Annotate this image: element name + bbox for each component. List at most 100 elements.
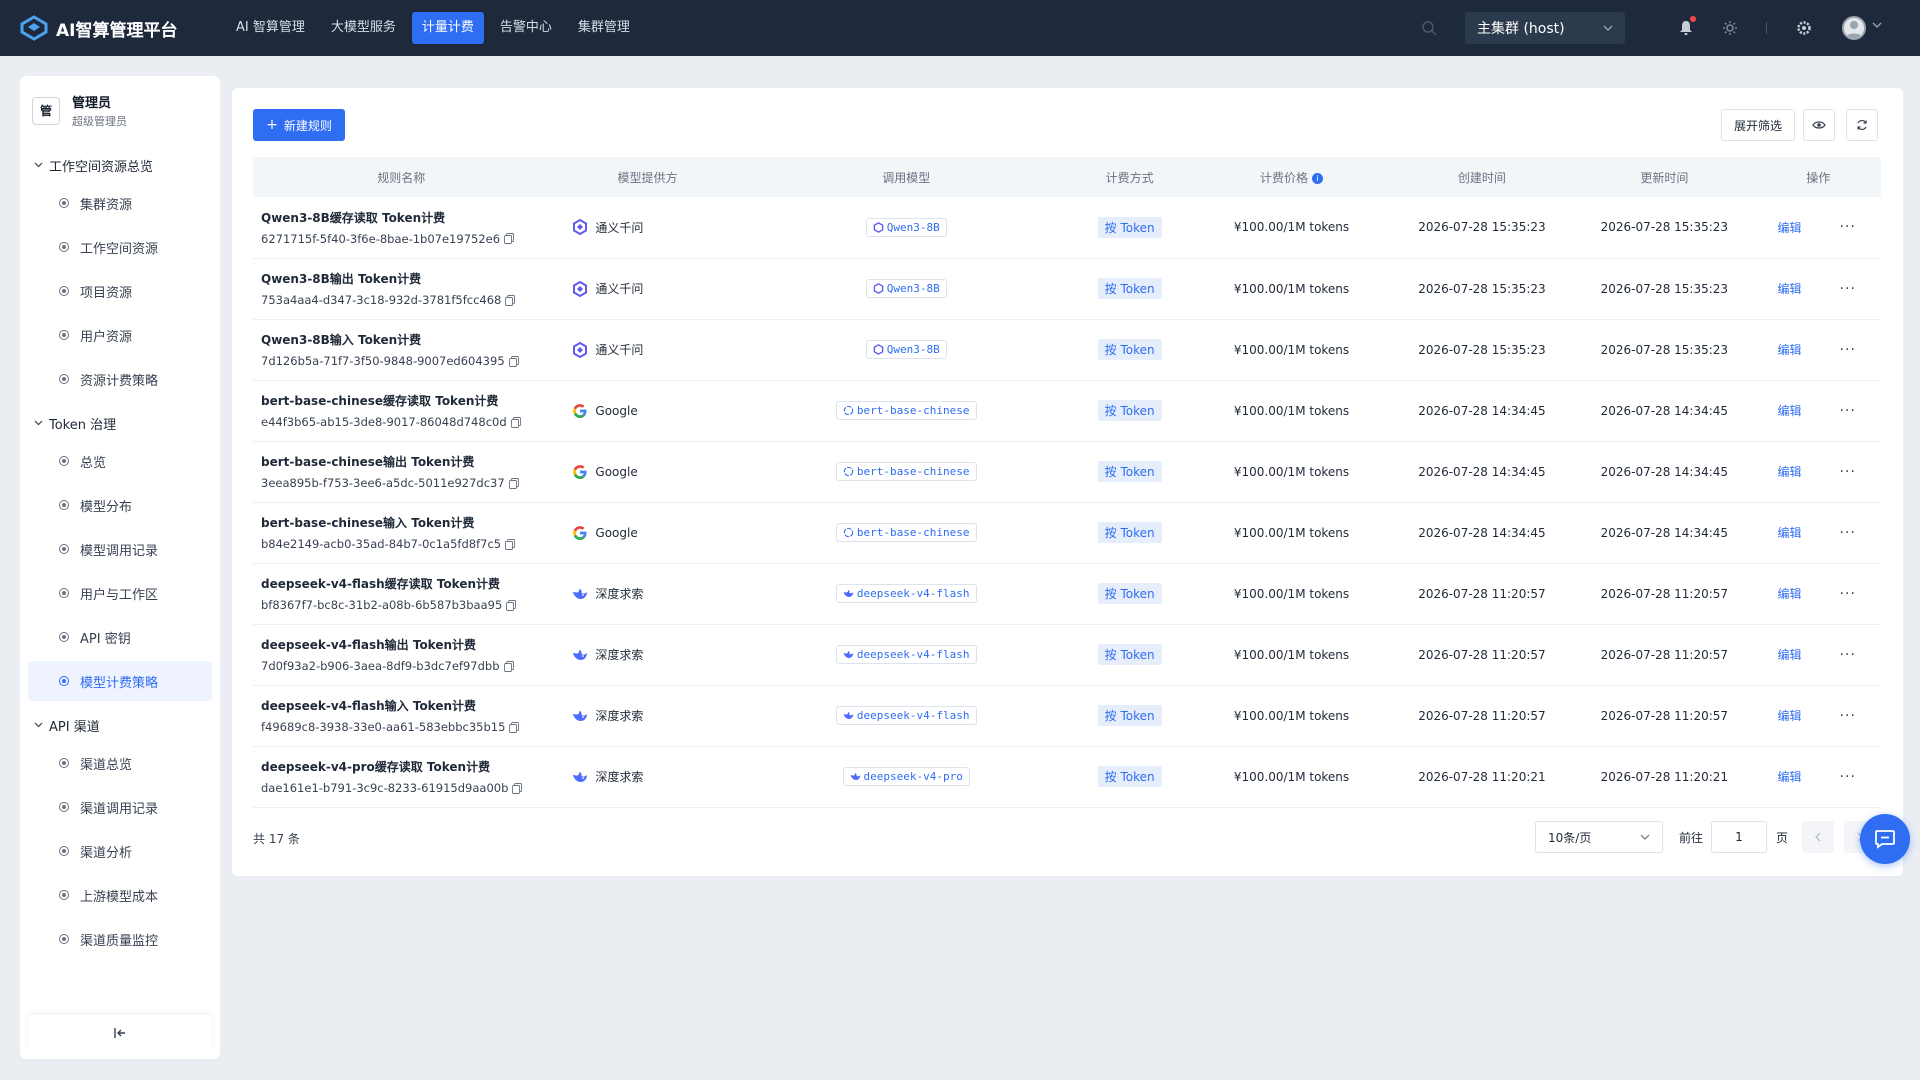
- sidebar-item[interactable]: 渠道质量监控: [28, 919, 212, 959]
- rule-name[interactable]: Qwen3-8B输入 Token计费: [261, 331, 549, 348]
- edit-link[interactable]: 编辑: [1778, 585, 1802, 602]
- table-row[interactable]: bert-base-chinese缓存读取 Token计费 e44f3b65-ab…: [253, 380, 1881, 441]
- copy-icon[interactable]: [509, 721, 520, 733]
- topnav-item-0[interactable]: AI 智算管理: [226, 12, 315, 44]
- model-tag[interactable]: deepseek-v4-flash: [835, 706, 977, 725]
- table-row[interactable]: deepseek-v4-pro缓存读取 Token计费 dae161e1-b791…: [253, 746, 1881, 807]
- sidebar-item[interactable]: 总览: [28, 441, 212, 481]
- app-logo[interactable]: AI智算管理平台: [20, 15, 210, 41]
- sidebar-item[interactable]: 模型调用记录: [28, 529, 212, 569]
- topnav-item-4[interactable]: 集群管理: [568, 12, 640, 44]
- more-actions-icon[interactable]: ···: [1840, 219, 1856, 235]
- model-tag[interactable]: bert-base-chinese: [835, 523, 977, 542]
- model-tag[interactable]: deepseek-v4-flash: [835, 584, 977, 603]
- expand-filter-button[interactable]: 展开筛选: [1721, 109, 1795, 141]
- table-row[interactable]: Qwen3-8B输出 Token计费 753a4aa4-d347-3c18-932…: [253, 258, 1881, 319]
- more-actions-icon[interactable]: ···: [1840, 403, 1856, 419]
- topnav-item-3[interactable]: 告警中心: [490, 12, 562, 44]
- rule-name[interactable]: bert-base-chinese输出 Token计费: [261, 453, 549, 470]
- rule-name[interactable]: deepseek-v4-pro缓存读取 Token计费: [261, 758, 549, 775]
- copy-icon[interactable]: [512, 782, 523, 794]
- rule-name[interactable]: bert-base-chinese缓存读取 Token计费: [261, 392, 549, 409]
- edit-link[interactable]: 编辑: [1778, 341, 1802, 358]
- edit-link[interactable]: 编辑: [1778, 707, 1802, 724]
- page-size-select[interactable]: 10条/页: [1535, 821, 1663, 853]
- more-actions-icon[interactable]: ···: [1840, 647, 1856, 663]
- sidebar-item[interactable]: API 密钥: [28, 617, 212, 657]
- rule-name[interactable]: Qwen3-8B缓存读取 Token计费: [261, 209, 549, 226]
- table-row[interactable]: Qwen3-8B缓存读取 Token计费 6271715f-5f40-3f6e-8…: [253, 197, 1881, 258]
- user-avatar[interactable]: [1842, 16, 1866, 40]
- table-row[interactable]: deepseek-v4-flash缓存读取 Token计费 bf8367f7-bc…: [253, 563, 1881, 624]
- goto-page-input[interactable]: 1: [1711, 821, 1767, 853]
- more-actions-icon[interactable]: ···: [1840, 769, 1856, 785]
- table-row[interactable]: deepseek-v4-flash输入 Token计费 f49689c8-3938…: [253, 685, 1881, 746]
- sidebar-item[interactable]: 渠道总览: [28, 743, 212, 783]
- rule-name[interactable]: bert-base-chinese输入 Token计费: [261, 514, 549, 531]
- more-actions-icon[interactable]: ···: [1840, 586, 1856, 602]
- model-tag[interactable]: deepseek-v4-pro: [842, 767, 970, 786]
- notification-button[interactable]: [1674, 16, 1698, 40]
- sidebar-item[interactable]: 集群资源: [28, 183, 212, 223]
- copy-icon[interactable]: [506, 599, 517, 611]
- copy-icon[interactable]: [504, 233, 514, 245]
- copy-icon[interactable]: [505, 538, 516, 550]
- table-row[interactable]: bert-base-chinese输入 Token计费 b84e2149-acb0…: [253, 502, 1881, 563]
- edit-link[interactable]: 编辑: [1778, 402, 1802, 419]
- sidebar-item[interactable]: 用户与工作区: [28, 573, 212, 613]
- sidebar-item[interactable]: 渠道调用记录: [28, 787, 212, 827]
- edit-link[interactable]: 编辑: [1778, 768, 1802, 785]
- copy-icon[interactable]: [503, 660, 514, 672]
- theme-toggle[interactable]: [1718, 16, 1742, 40]
- rule-name[interactable]: Qwen3-8B输出 Token计费: [261, 270, 549, 287]
- copy-icon[interactable]: [510, 416, 521, 428]
- settings-button[interactable]: [1792, 16, 1816, 40]
- chevron-down-icon[interactable]: [1872, 22, 1882, 28]
- more-actions-icon[interactable]: ···: [1840, 342, 1856, 358]
- more-actions-icon[interactable]: ···: [1840, 281, 1856, 297]
- chat-assistant-button[interactable]: [1860, 814, 1910, 864]
- topnav-item-2[interactable]: 计量计费: [411, 12, 484, 44]
- sidebar-item[interactable]: 资源计费策略: [28, 359, 212, 399]
- sidebar-item[interactable]: 项目资源: [28, 271, 212, 311]
- sidebar-item[interactable]: 渠道分析: [28, 831, 212, 871]
- sidebar-item[interactable]: 工作空间资源: [28, 227, 212, 267]
- new-rule-button[interactable]: + 新建规则: [253, 109, 345, 141]
- collapse-sidebar-button[interactable]: [28, 1015, 212, 1051]
- edit-link[interactable]: 编辑: [1778, 463, 1802, 480]
- cluster-select[interactable]: 主集群 (host): [1465, 12, 1625, 44]
- rule-name[interactable]: deepseek-v4-flash输出 Token计费: [261, 636, 549, 653]
- model-tag[interactable]: deepseek-v4-flash: [835, 645, 977, 664]
- edit-link[interactable]: 编辑: [1778, 219, 1802, 236]
- model-tag[interactable]: Qwen3-8B: [865, 217, 947, 237]
- table-row[interactable]: deepseek-v4-flash输出 Token计费 7d0f93a2-b906…: [253, 624, 1881, 685]
- prev-page-button[interactable]: [1802, 821, 1834, 853]
- table-row[interactable]: Qwen3-8B输入 Token计费 7d126b5a-71f7-3f50-984…: [253, 319, 1881, 380]
- sidebar-group-header[interactable]: 工作空间资源总览: [20, 151, 220, 179]
- more-actions-icon[interactable]: ···: [1840, 464, 1856, 480]
- model-tag[interactable]: Qwen3-8B: [865, 340, 947, 359]
- search-icon[interactable]: [1420, 19, 1438, 37]
- more-actions-icon[interactable]: ···: [1840, 525, 1856, 541]
- info-icon[interactable]: i: [1312, 172, 1324, 184]
- model-tag[interactable]: Qwen3-8B: [865, 279, 947, 298]
- sidebar-item[interactable]: 上游模型成本: [28, 875, 212, 915]
- topnav-item-1[interactable]: 大模型服务: [321, 12, 406, 44]
- more-actions-icon[interactable]: ···: [1840, 708, 1856, 724]
- copy-icon[interactable]: [508, 355, 519, 367]
- edit-link[interactable]: 编辑: [1778, 646, 1802, 663]
- sidebar-item[interactable]: 模型计费策略: [28, 661, 212, 701]
- model-tag[interactable]: bert-base-chinese: [835, 462, 977, 481]
- rule-name[interactable]: deepseek-v4-flash缓存读取 Token计费: [261, 575, 549, 592]
- column-visibility-button[interactable]: [1803, 109, 1835, 141]
- edit-link[interactable]: 编辑: [1778, 524, 1802, 541]
- rule-name[interactable]: deepseek-v4-flash输入 Token计费: [261, 697, 549, 714]
- table-row[interactable]: bert-base-chinese输出 Token计费 3eea895b-f753…: [253, 441, 1881, 502]
- sidebar-group-header[interactable]: Token 治理: [20, 409, 220, 437]
- copy-icon[interactable]: [508, 477, 519, 489]
- sidebar-item[interactable]: 用户资源: [28, 315, 212, 355]
- sidebar-item[interactable]: 模型分布: [28, 485, 212, 525]
- sidebar-group-header[interactable]: API 渠道: [20, 711, 220, 739]
- model-tag[interactable]: bert-base-chinese: [835, 401, 977, 420]
- copy-icon[interactable]: [505, 294, 516, 306]
